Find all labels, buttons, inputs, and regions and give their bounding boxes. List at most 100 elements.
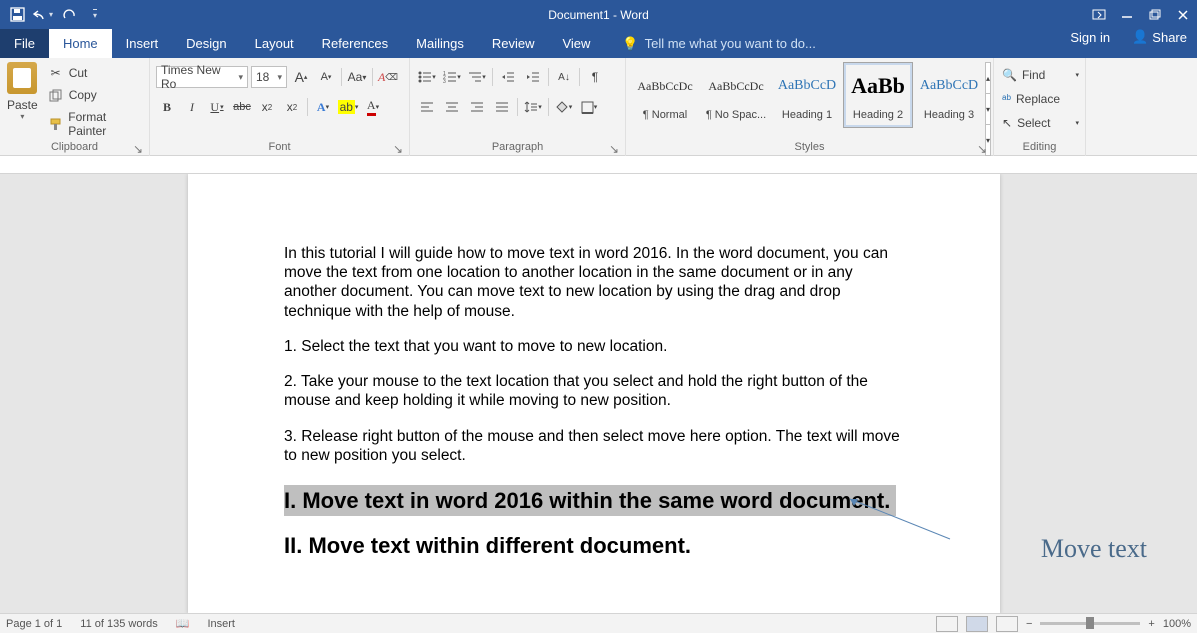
print-layout-button[interactable]: [966, 616, 988, 632]
group-font: Times New Ro▾ 18▾ A▴ A▾ Aa▾ A⌫ B I U▾ ab…: [150, 58, 410, 156]
shading-button[interactable]: ▾: [553, 96, 575, 118]
tab-review[interactable]: Review: [478, 29, 549, 58]
zoom-in[interactable]: +: [1148, 618, 1154, 630]
font-size-combo[interactable]: 18▾: [251, 66, 287, 88]
read-mode-button[interactable]: [936, 616, 958, 632]
numbering-button[interactable]: 123▾: [441, 66, 463, 88]
body-text[interactable]: 2. Take your mouse to the text location …: [284, 372, 904, 410]
zoom-slider[interactable]: [1040, 622, 1140, 625]
style-tile-heading-1[interactable]: AaBbCcDHeading 1: [772, 62, 842, 128]
decrease-indent-button[interactable]: [497, 66, 519, 88]
find-button[interactable]: 🔍Find▾: [1002, 64, 1079, 86]
heading[interactable]: II. Move text within different document.: [284, 532, 904, 559]
restore-button[interactable]: [1141, 0, 1169, 29]
share-icon: 👤: [1132, 29, 1148, 45]
borders-button[interactable]: ▾: [578, 96, 600, 118]
font-launcher[interactable]: ↘: [393, 142, 405, 154]
align-right-button[interactable]: [466, 96, 488, 118]
zoom-level[interactable]: 100%: [1163, 618, 1191, 630]
annotation-label: Move text: [1041, 534, 1147, 564]
align-center-button[interactable]: [441, 96, 463, 118]
tab-insert[interactable]: Insert: [112, 29, 173, 58]
document-area: In this tutorial I will guide how to mov…: [0, 174, 1197, 616]
clear-format-button[interactable]: A⌫: [377, 66, 399, 88]
format-painter-button[interactable]: Format Painter: [45, 108, 149, 140]
grow-font-button[interactable]: A▴: [290, 66, 312, 88]
subscript-button[interactable]: x2: [256, 96, 278, 118]
proofing-icon[interactable]: 📖: [176, 617, 190, 630]
tell-me[interactable]: 💡Tell me what you want to do...: [604, 29, 815, 58]
style-tile---no-spac---[interactable]: AaBbCcDc¶ No Spac...: [701, 62, 771, 128]
strike-button[interactable]: abc: [231, 96, 253, 118]
replace-button[interactable]: ᵃᵇReplace: [1002, 88, 1079, 110]
word-count[interactable]: 11 of 135 words: [80, 618, 157, 630]
ruler[interactable]: [0, 156, 1197, 174]
insert-mode[interactable]: Insert: [207, 618, 235, 630]
eraser-icon: ⌫: [385, 72, 398, 83]
style-tile-heading-2[interactable]: AaBbHeading 2: [843, 62, 913, 128]
paste-icon: [7, 62, 37, 94]
qat-customize[interactable]: ▾: [82, 0, 108, 29]
cut-icon: ✂: [49, 66, 63, 80]
justify-button[interactable]: [491, 96, 513, 118]
redo-button[interactable]: [56, 0, 82, 29]
tab-view[interactable]: View: [548, 29, 604, 58]
format-painter-icon: [49, 117, 63, 131]
style-tile-heading-3[interactable]: AaBbCcDHeading 3: [914, 62, 984, 128]
undo-button[interactable]: ▾: [30, 0, 56, 29]
page-indicator[interactable]: Page 1 of 1: [6, 618, 62, 630]
group-paragraph: ▾ 123▾ ▾ A↓ ¶ ▾ ▾ ▾ Paragraph ↘: [410, 58, 626, 156]
page[interactable]: In this tutorial I will guide how to mov…: [188, 174, 1000, 614]
paragraph-launcher[interactable]: ↘: [609, 142, 621, 154]
highlight-button[interactable]: ab▾: [337, 96, 359, 118]
font-color-button[interactable]: A▾: [362, 96, 384, 118]
tab-layout[interactable]: Layout: [241, 29, 308, 58]
group-styles: AaBbCcDc¶ NormalAaBbCcDc¶ No Spac...AaBb…: [626, 58, 994, 156]
save-button[interactable]: [4, 0, 30, 29]
copy-icon: [49, 88, 63, 102]
bullets-button[interactable]: ▾: [416, 66, 438, 88]
tab-home[interactable]: Home: [49, 29, 112, 58]
shrink-font-button[interactable]: A▾: [315, 66, 337, 88]
body-text[interactable]: 1. Select the text that you want to move…: [284, 337, 904, 356]
text-effects-button[interactable]: A▾: [312, 96, 334, 118]
styles-down[interactable]: ▾: [986, 94, 990, 125]
zoom-out[interactable]: −: [1026, 618, 1032, 630]
italic-button[interactable]: I: [181, 96, 203, 118]
cut-button[interactable]: ✂Cut: [45, 64, 149, 82]
minimize-button[interactable]: [1113, 0, 1141, 29]
increase-indent-button[interactable]: [522, 66, 544, 88]
ribbon: Paste ▾ ✂Cut Copy Format Painter Clipboa…: [0, 58, 1197, 156]
show-hide-button[interactable]: ¶: [584, 66, 606, 88]
group-editing: 🔍Find▾ ᵃᵇReplace ↖Select▾ Editing: [994, 58, 1086, 156]
sort-button[interactable]: A↓: [553, 66, 575, 88]
ribbon-tabs: File Home Insert Design Layout Reference…: [0, 29, 1197, 58]
styles-launcher[interactable]: ↘: [977, 142, 989, 154]
underline-button[interactable]: U▾: [206, 96, 228, 118]
change-case-button[interactable]: Aa▾: [346, 66, 368, 88]
clipboard-launcher[interactable]: ↘: [133, 142, 145, 154]
style-tile---normal[interactable]: AaBbCcDc¶ Normal: [630, 62, 700, 128]
tab-design[interactable]: Design: [172, 29, 240, 58]
web-layout-button[interactable]: [996, 616, 1018, 632]
font-name-combo[interactable]: Times New Ro▾: [156, 66, 248, 88]
superscript-button[interactable]: x2: [281, 96, 303, 118]
tab-mailings[interactable]: Mailings: [402, 29, 478, 58]
svg-text:3: 3: [443, 79, 446, 83]
tab-references[interactable]: References: [308, 29, 402, 58]
bold-button[interactable]: B: [156, 96, 178, 118]
select-button[interactable]: ↖Select▾: [1002, 112, 1079, 134]
copy-button[interactable]: Copy: [45, 86, 149, 104]
body-text[interactable]: In this tutorial I will guide how to mov…: [284, 244, 904, 321]
ribbon-display-options[interactable]: [1085, 0, 1113, 29]
styles-up[interactable]: ▴: [986, 63, 990, 94]
align-left-button[interactable]: [416, 96, 438, 118]
body-text[interactable]: 3. Release right button of the mouse and…: [284, 427, 904, 465]
multilevel-list-button[interactable]: ▾: [466, 66, 488, 88]
share-button[interactable]: 👤Share: [1122, 29, 1197, 45]
close-button[interactable]: [1169, 0, 1197, 29]
sign-in[interactable]: Sign in: [1058, 29, 1122, 45]
tab-file[interactable]: File: [0, 29, 49, 58]
heading-selected[interactable]: I. Move text in word 2016 within the sam…: [284, 485, 904, 516]
line-spacing-button[interactable]: ▾: [522, 96, 544, 118]
